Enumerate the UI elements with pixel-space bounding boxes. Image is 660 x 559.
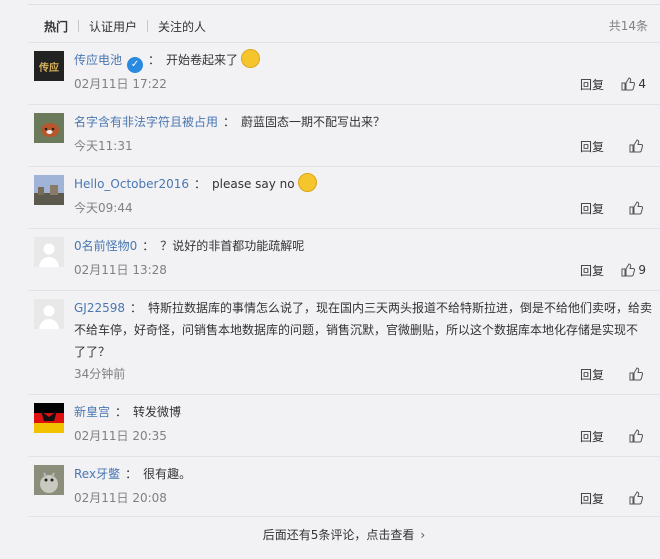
like-button[interactable] xyxy=(629,491,646,505)
comment-username[interactable]: GJ22598 xyxy=(74,301,125,315)
comment-item: 名字含有非法字符且被占用 ： 蔚蓝固态一期不配写出来？ 今天11:31 回复 xyxy=(28,104,660,166)
comment-item: GJ22598 ： 特斯拉数据库的事情怎么说了，现在国内三天两头报道不给特斯拉进，倒… xyxy=(28,290,660,394)
thumbs-up-icon xyxy=(629,429,643,443)
comment-text: 开始卷起来了 xyxy=(166,53,239,67)
colon: ： xyxy=(130,301,143,315)
tab-verified-users[interactable]: 认证用户 xyxy=(89,18,137,35)
comment-time: 34分钟前 xyxy=(74,367,126,381)
comment-panel: 热门 认证用户 关注的人 共14条 传应 传应电池 ✓ ： 开始卷起来了 02月11日… xyxy=(0,0,660,559)
thumbs-up-icon xyxy=(621,77,636,91)
like-button[interactable] xyxy=(629,367,646,381)
reply-button[interactable]: 回复 xyxy=(580,138,604,155)
comment-text: 很有趣。 xyxy=(143,467,192,481)
avatar[interactable]: 传应 xyxy=(34,51,64,81)
comment-tabs: 热门 认证用户 关注的人 xyxy=(44,17,206,35)
like-count: 4 xyxy=(638,77,646,91)
top-divider xyxy=(28,4,660,5)
svg-text:传应: 传应 xyxy=(38,61,59,74)
comment-item: 传应 传应电池 ✓ ： 开始卷起来了 02月11日 17:22 回复 4 xyxy=(28,42,660,104)
tab-divider xyxy=(147,20,149,32)
comment-username[interactable]: 名字含有非法字符且被占用 xyxy=(74,115,218,129)
load-more-comments[interactable]: 后面还有5条评论，点击查看 › xyxy=(28,516,660,554)
comment-item: 新皇宫 ： 转发微博 02月11日 20:35 回复 xyxy=(28,394,660,456)
like-button[interactable] xyxy=(629,139,646,153)
comment-username[interactable]: 0名前怪物0 xyxy=(74,239,137,253)
comment-text: 转发微博 xyxy=(133,405,182,419)
comment-body: 传应电池 ✓ ： 开始卷起来了 xyxy=(74,49,646,73)
comment-body: 新皇宫 ： 转发微博 xyxy=(74,401,646,423)
comment-text: please say no xyxy=(212,177,295,191)
avatar[interactable] xyxy=(34,175,64,205)
like-button[interactable]: 9 xyxy=(621,263,646,277)
comment-text-line: 特斯拉数据库的事情怎么说了，现在国内三天两头报道不给特斯拉进，倒是不给他们卖呀，… xyxy=(148,301,653,315)
emoji-icon xyxy=(241,49,261,68)
reply-button[interactable]: 回复 xyxy=(580,366,604,383)
comment-time: 02月11日 17:22 xyxy=(74,77,167,91)
comment-username[interactable]: 新皇宫 xyxy=(74,405,110,419)
thumbs-up-icon xyxy=(629,491,643,505)
comment-text: ？说好的非首都功能疏解呢 xyxy=(160,239,305,253)
verified-badge-icon: ✓ xyxy=(127,57,144,73)
comment-time: 今天11:31 xyxy=(74,139,133,153)
colon: ： xyxy=(115,405,128,419)
like-button[interactable] xyxy=(629,429,646,443)
colon: ： xyxy=(125,467,138,481)
comment-body: 0名前怪物0 ： ？说好的非首都功能疏解呢 xyxy=(74,235,646,257)
comment-username[interactable]: Rex牙鳖 xyxy=(74,467,120,481)
comment-username[interactable]: 传应电池 xyxy=(74,53,122,67)
comment-body: Rex牙鳖 ： 很有趣。 xyxy=(74,463,646,485)
reply-button[interactable]: 回复 xyxy=(580,200,604,217)
thumbs-up-icon xyxy=(621,263,636,277)
reply-button[interactable]: 回复 xyxy=(580,428,604,445)
comment-text-line: 不给车停，好奇怪，问销售本地数据库的问题，销售沉默，官微删贴，所以这个数据库本地… xyxy=(74,323,639,337)
reply-button[interactable]: 回复 xyxy=(580,490,604,507)
comment-time: 02月11日 20:35 xyxy=(74,429,167,443)
tab-hot[interactable]: 热门 xyxy=(44,18,68,35)
avatar[interactable] xyxy=(34,299,64,329)
like-button[interactable] xyxy=(629,201,646,215)
comment-text-line: 了了？ xyxy=(74,345,111,359)
thumbs-up-icon xyxy=(629,367,643,381)
avatar[interactable] xyxy=(34,465,64,495)
reply-button[interactable]: 回复 xyxy=(580,262,604,279)
comment-item: Hello_October2016： please say no 今天09:44 … xyxy=(28,166,660,228)
crying-emoji-icon xyxy=(297,173,317,192)
tab-divider xyxy=(78,20,80,32)
avatar[interactable] xyxy=(34,113,64,143)
comment-text: 蔚蓝固态一期不配写出来？ xyxy=(241,115,386,129)
comment-time: 今天09:44 xyxy=(74,201,133,215)
comment-body: 名字含有非法字符且被占用 ： 蔚蓝固态一期不配写出来？ xyxy=(74,111,646,133)
chevron-right-icon: › xyxy=(420,528,426,542)
comment-body: GJ22598 ： 特斯拉数据库的事情怎么说了，现在国内三天两头报道不给特斯拉进，倒… xyxy=(74,297,652,363)
reply-button[interactable]: 回复 xyxy=(580,76,604,93)
colon: ： xyxy=(193,177,206,191)
comment-item: Rex牙鳖 ： 很有趣。 02月11日 20:08 回复 xyxy=(28,456,660,518)
tab-following[interactable]: 关注的人 xyxy=(158,18,206,35)
comment-item: 0名前怪物0 ： ？说好的非首都功能疏解呢 02月11日 13:28 回复 9 xyxy=(28,228,660,290)
colon: ： xyxy=(148,53,161,67)
comment-username[interactable]: Hello_October2016 xyxy=(74,177,189,191)
comment-list: 传应 传应电池 ✓ ： 开始卷起来了 02月11日 17:22 回复 4 名字含有非法… xyxy=(28,42,660,518)
like-button[interactable]: 4 xyxy=(621,77,646,91)
comment-time: 02月11日 20:08 xyxy=(74,491,167,505)
avatar[interactable] xyxy=(34,403,64,433)
thumbs-up-icon xyxy=(629,201,643,215)
colon: ： xyxy=(142,239,155,253)
avatar[interactable] xyxy=(34,237,64,267)
total-count: 共14条 xyxy=(608,19,648,33)
like-count: 9 xyxy=(638,263,646,277)
comment-body: Hello_October2016 ： please say no xyxy=(74,173,646,195)
comment-time: 02月11日 13:28 xyxy=(74,263,167,277)
thumbs-up-icon xyxy=(629,139,643,153)
load-more-text: 后面还有5条评论，点击查看 xyxy=(262,528,415,542)
colon: ： xyxy=(223,115,236,129)
